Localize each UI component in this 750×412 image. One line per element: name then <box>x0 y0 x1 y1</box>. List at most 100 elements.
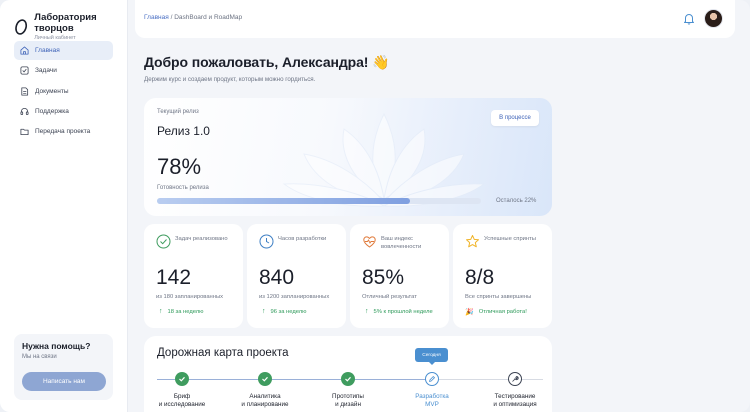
check-icon <box>345 376 351 382</box>
stat-trend: 🎉 Отличная работа! <box>465 308 527 316</box>
wrench-icon <box>512 376 519 382</box>
stat-card-hours: Часов разработки 840 из 1200 запланирова… <box>247 224 346 328</box>
breadcrumb-current: DashBoard и RoadMap <box>174 14 243 21</box>
stat-sub: из 1200 запланированных <box>259 294 330 300</box>
release-progress-bar <box>157 198 481 204</box>
sidebar-item-handover[interactable]: Передача проекта <box>14 122 113 141</box>
sidebar-nav: Главная Задачи Документы Поддержка Перед… <box>14 41 113 142</box>
release-remaining: Осталось 22% <box>496 198 537 204</box>
release-progress-fill <box>157 198 410 204</box>
stat-trend-text: 5% к прошлой неделе <box>373 308 433 315</box>
step-label-line: Прототипы <box>332 393 364 400</box>
release-title: Релиз 1.0 <box>157 124 210 138</box>
sidebar-item-label: Задачи <box>35 67 57 75</box>
sidebar-item-tasks[interactable]: Задачи <box>14 61 113 80</box>
step-label-line: и планирование <box>241 400 289 408</box>
stat-label: Задач реализовано <box>175 236 228 242</box>
stat-trend-text: 96 за неделю <box>270 308 307 315</box>
stat-trend-text: 18 за неделю <box>167 308 204 315</box>
check-circle-icon <box>156 234 171 249</box>
sidebar-item-label: Главная <box>35 47 60 54</box>
roadmap-step-label: Бриф и исследование <box>147 393 217 408</box>
release-ready-label: Готовность релиза <box>157 185 209 191</box>
top-header: Главная / DashBoard и RoadMap <box>135 0 735 38</box>
stat-value: 8/8 <box>465 266 495 289</box>
document-icon <box>21 87 29 96</box>
breadcrumb-home-link[interactable]: Главная <box>144 14 169 21</box>
step-label-line: и дизайн <box>335 400 361 408</box>
roadmap-step-label: Тестирование и оптимизация <box>480 393 550 408</box>
today-marker: Сегодня <box>415 348 448 362</box>
party-icon: 🎉 <box>465 309 474 316</box>
roadmap-track-done <box>157 379 432 380</box>
sidebar-item-documents[interactable]: Документы <box>14 82 113 101</box>
step-label-line: Аналитика <box>249 393 281 400</box>
pencil-icon <box>429 376 435 382</box>
arrow-up-icon: ↑ <box>365 308 369 315</box>
brand-name: Лаборатория творцов <box>34 12 97 34</box>
write-us-button[interactable]: Написать нам <box>22 372 106 391</box>
arrow-up-icon: ↑ <box>159 308 163 315</box>
roadmap-step-label: Прототипы и дизайн <box>313 393 383 408</box>
stat-trend: ↑ 96 за неделю <box>262 308 307 315</box>
breadcrumb: Главная / DashBoard и RoadMap <box>144 14 242 21</box>
stat-value: 85% <box>362 266 405 289</box>
sidebar: Лаборатория творцов Личный кабинет Главн… <box>0 0 128 412</box>
roadmap-step-label: Разработка MVP <box>397 393 467 408</box>
avatar[interactable] <box>704 9 723 28</box>
roadmap-step-analytics[interactable] <box>258 372 272 386</box>
roadmap-step-label: Аналитика и планирование <box>230 393 300 408</box>
stat-card-tasks: Задач реализовано 142 из 180 запланирова… <box>144 224 243 328</box>
stat-label: Часов разработки <box>278 236 327 242</box>
release-card: Текущий релиз Релиз 1.0 В процессе 78% Г… <box>144 98 552 216</box>
roadmap-step-mvp[interactable] <box>425 372 439 386</box>
stat-trend: ↑ 5% к прошлой неделе <box>365 308 433 315</box>
status-badge: В процессе <box>491 110 539 126</box>
stat-label: Успешные спринты <box>484 236 536 242</box>
stat-sub: Все спринты завершены <box>465 294 532 300</box>
bell-icon[interactable] <box>683 12 695 25</box>
home-icon <box>20 46 29 55</box>
brand[interactable]: Лаборатория творцов Личный кабинет <box>14 12 127 42</box>
stat-label: Ваш индекс вовлеченности <box>381 236 422 250</box>
help-subtitle: Мы на связи <box>22 354 57 360</box>
roadmap-title: Дорожная карта проекта <box>157 347 289 359</box>
release-label: Текущий релиз <box>157 109 199 115</box>
stat-sub: Отличный результат <box>362 294 417 300</box>
step-label-line: Разработка <box>415 393 449 400</box>
check-icon <box>179 376 185 382</box>
step-label-line: Бриф <box>173 393 191 400</box>
folder-icon <box>20 129 29 136</box>
clock-icon <box>259 234 274 249</box>
sidebar-item-label: Поддержка <box>35 107 69 115</box>
star-icon <box>466 235 479 248</box>
sidebar-item-label: Передача проекта <box>35 128 91 136</box>
roadmap-step-prototypes[interactable] <box>341 372 355 386</box>
release-percent: 78% <box>157 154 202 179</box>
roadmap-step-testing[interactable] <box>508 372 522 386</box>
stat-trend-text: Отличная работа! <box>478 309 527 315</box>
stat-value: 840 <box>259 266 295 289</box>
sidebar-item-support[interactable]: Поддержка <box>14 102 113 121</box>
arrow-up-icon: ↑ <box>262 308 266 315</box>
step-label-line: и оптимизация <box>493 400 537 408</box>
stat-card-engagement: Ваш индекс вовлеченности 85% Отличный ре… <box>350 224 449 328</box>
today-marker-pointer <box>429 362 435 365</box>
page-title: Добро пожаловать, Александра! 👋 <box>144 54 390 70</box>
app-window: Лаборатория творцов Личный кабинет Главн… <box>0 0 750 412</box>
stat-sub: из 180 запланированных <box>156 294 224 300</box>
headset-icon <box>20 107 29 115</box>
sidebar-item-home[interactable]: Главная <box>14 41 113 60</box>
stat-card-sprints: Успешные спринты 8/8 Все спринты заверше… <box>453 224 552 328</box>
logo-icon <box>15 19 28 35</box>
step-label-line: Тестирование <box>494 393 536 400</box>
roadmap-step-brief[interactable] <box>175 372 189 386</box>
roadmap-card: Дорожная карта проекта Сегодня Бриф и исс… <box>144 336 552 412</box>
page-subtitle: Держим курс и создаем продукт, которым м… <box>144 76 316 83</box>
help-title: Нужна помощь? <box>22 341 91 351</box>
stat-trend: ↑ 18 за неделю <box>159 308 204 315</box>
checkbox-icon <box>20 66 29 75</box>
check-icon <box>262 376 268 382</box>
step-label-line: MVP <box>425 400 439 408</box>
breadcrumb-separator: / <box>170 14 173 21</box>
